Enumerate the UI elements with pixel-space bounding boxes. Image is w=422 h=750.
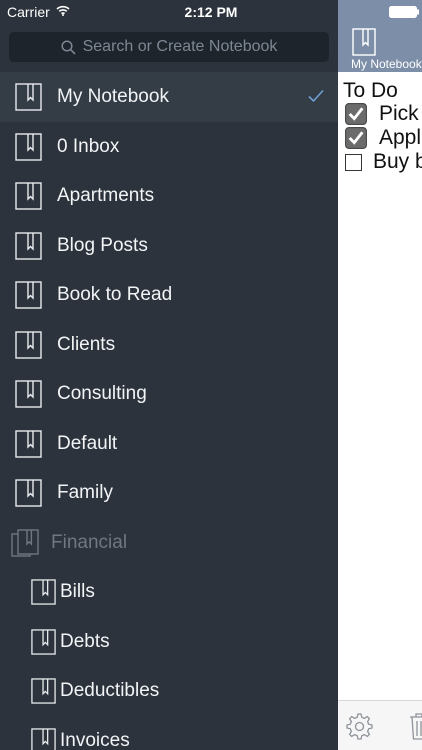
trash-icon[interactable] [408,711,422,741]
notebook-icon [31,727,56,750]
battery-icon [389,6,419,18]
todo-text[interactable]: Pick [379,102,419,126]
notebook-label: Deductibles [60,680,160,701]
notebook-icon [31,678,56,704]
notebook-icon [15,380,42,408]
notebook-row[interactable]: Book to Read [0,270,338,320]
notebook-icon [15,330,42,359]
notebook-row[interactable]: Apartments [0,171,338,221]
notebook-row[interactable]: Deductibles [0,666,338,716]
note-content[interactable]: To Do Pick Appl Buy b [343,79,422,175]
notebook-label: Bills [60,581,95,602]
notebook-icon [15,231,42,260]
todo-text[interactable]: Buy b [373,150,422,174]
todo-text[interactable]: Appl [379,126,421,150]
notebook-icon [31,628,56,655]
notebook-icon [15,281,42,309]
notebook-icon [15,132,42,161]
stack-icon [11,528,39,557]
notebook-label: Blog Posts [57,234,148,256]
checkbox-checked[interactable] [345,103,367,125]
carrier-label: Carrier [7,4,50,20]
gear-icon[interactable] [345,712,374,741]
notebook-label: Debts [60,630,110,652]
notebook-label: Financial [51,531,128,553]
notebook-row[interactable]: Consulting [0,369,338,419]
search-icon [61,39,76,55]
notebook-row[interactable]: Bills [0,567,338,617]
todo-item: Buy b [343,150,422,175]
notebook-label: Invoices [60,729,130,750]
notebook-row[interactable]: My Notebook [0,72,338,122]
notebook-label: Consulting [57,383,147,404]
todo-list: Pick Appl Buy b [343,102,422,175]
notebook-icon [15,182,42,210]
status-bar: Carrier [0,0,338,24]
notebook-row[interactable]: Debts [0,617,338,667]
notebook-label: Family [57,482,113,503]
todo-item: Appl [343,126,421,151]
notebook-label: Clients [57,333,116,355]
notebook-icon [15,83,42,111]
note-title[interactable]: To Do [343,79,398,103]
notebook-label: My Notebook [57,86,169,107]
notebook-drawer: Carrier Search or Create Notebook My Not… [0,0,338,750]
notebook-label: 0 Inbox [57,135,120,157]
notebook-row[interactable]: 0 Inbox [0,122,338,172]
todo-item: Pick [343,102,419,127]
checkbox-checked[interactable] [345,127,367,149]
search-placeholder: Search or Create Notebook [82,38,278,55]
notebook-row[interactable]: Invoices [0,716,338,750]
checkbox-unchecked[interactable] [345,154,362,171]
notebook-icon [352,28,376,56]
note-toolbar [338,700,422,750]
note-notebook-name[interactable]: My Notebook [351,57,422,71]
notebook-stack-row[interactable]: Financial [0,518,338,568]
notebook-list: My Notebook 0 Inbox Apartments Blog Posts Bo… [0,72,338,750]
checkmark-icon [308,89,324,103]
wifi-icon [56,5,70,16]
note-panel[interactable]: My Notebook To Do Pick Appl Buy b [338,0,422,750]
notebook-row[interactable]: Default [0,419,338,469]
note-header: My Notebook [338,0,422,72]
notebook-label: Default [57,432,118,454]
notebook-row[interactable]: Clients [0,320,338,370]
search-input[interactable]: Search or Create Notebook [9,32,329,62]
notebook-icon [15,429,42,458]
notebook-label: Book to Read [57,284,173,305]
notebook-label: Apartments [57,185,155,206]
notebook-row[interactable]: Family [0,468,338,518]
notebook-icon [15,479,42,507]
notebook-row[interactable]: Blog Posts [0,221,338,271]
notebook-icon [31,579,56,605]
